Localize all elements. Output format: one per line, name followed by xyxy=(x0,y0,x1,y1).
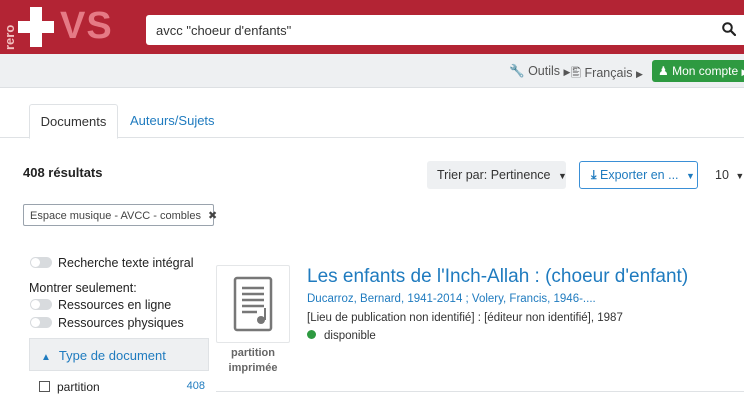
facet-item-count: 408 xyxy=(186,380,205,392)
language-menu[interactable]: 🖺 Français ▶ xyxy=(571,64,643,85)
caret-down-icon: ▼ xyxy=(557,171,567,181)
language-label: Français xyxy=(584,66,633,80)
facet-title: Type de document xyxy=(58,348,166,363)
language-icon: 🖺 xyxy=(571,66,582,80)
online-toggle-row[interactable]: Ressources en ligne xyxy=(30,298,171,312)
account-button[interactable]: ♟ Mon compte ▶ xyxy=(652,60,744,82)
sheet-music-icon xyxy=(233,276,273,332)
wrench-icon: 🔧 xyxy=(509,64,525,78)
filter-chip-label: Espace musique - AVCC - combles xyxy=(30,210,201,222)
facet-checkbox[interactable] xyxy=(39,381,50,392)
chevron-up-icon: ▲ xyxy=(41,352,51,363)
tools-menu[interactable]: 🔧 Outils ▶ xyxy=(509,64,570,79)
fulltext-toggle-row[interactable]: Recherche texte intégral xyxy=(30,256,194,270)
document-type-label: partition imprimée xyxy=(228,347,278,374)
fulltext-label: Recherche texte intégral xyxy=(58,256,194,270)
physical-toggle-row[interactable]: Ressources physiques xyxy=(30,316,184,330)
rero-vs-logo[interactable]: rero VS xyxy=(0,0,140,54)
sort-label: Trier par: Pertinence xyxy=(437,168,551,182)
results-count: 408 résultats xyxy=(23,165,103,180)
result-publication: [Lieu de publication non identifié] : [é… xyxy=(307,312,623,324)
caret-right-icon: ▶ xyxy=(635,69,643,79)
facet-item-label: partition xyxy=(57,380,100,394)
account-label: Mon compte xyxy=(672,64,739,78)
tab-authors-subjects[interactable]: Auteurs/Sujets xyxy=(130,104,230,139)
result-title-link[interactable]: Les enfants de l'Inch-Allah : (choeur d'… xyxy=(307,266,688,288)
active-filter-chip[interactable]: Espace musique - AVCC - combles ✖ xyxy=(23,204,217,226)
caret-right-icon: ▶ xyxy=(563,67,571,77)
online-label: Ressources en ligne xyxy=(58,298,172,312)
sort-dropdown[interactable]: Trier par: Pertinence ▼ xyxy=(427,161,567,189)
tab-documents[interactable]: Documents xyxy=(29,104,118,139)
search-bar xyxy=(146,15,744,45)
close-icon[interactable]: ✖ xyxy=(208,210,217,222)
search-icon[interactable] xyxy=(722,22,736,36)
result-divider xyxy=(216,391,744,392)
export-dropdown[interactable]: ⤓ Exporter en ... ▼ xyxy=(579,161,698,189)
fulltext-toggle[interactable] xyxy=(30,257,52,268)
physical-label: Ressources physiques xyxy=(58,316,184,330)
search-tabs: Documents Auteurs/Sujets xyxy=(0,104,744,139)
download-icon: ⤓ xyxy=(591,168,597,182)
facet-document-type-header[interactable]: ▲ Type de document xyxy=(29,338,209,371)
tools-label: Outils xyxy=(528,64,561,78)
user-icon: ♟ xyxy=(658,64,669,78)
document-type-thumbnail[interactable] xyxy=(216,265,290,343)
show-only-label: Montrer seulement: xyxy=(29,281,137,295)
top-header: rero VS xyxy=(0,0,744,54)
result-authors[interactable]: Ducarroz, Bernard, 1941-2014 ; Volery, F… xyxy=(307,293,596,305)
facet-item[interactable]: partition 408 xyxy=(29,380,209,394)
logo-side-text: rero xyxy=(2,24,17,50)
availability-label: disponible xyxy=(324,330,376,342)
logo-text: VS xyxy=(60,5,113,47)
status-dot-icon xyxy=(307,330,316,339)
search-input[interactable] xyxy=(146,15,706,45)
physical-toggle[interactable] xyxy=(30,317,52,328)
swiss-cross-icon xyxy=(18,7,54,47)
caret-down-icon: ▼ xyxy=(735,171,744,181)
page-size-label: 10 xyxy=(715,168,729,182)
caret-down-icon: ▼ xyxy=(686,171,695,181)
export-label: Exporter en ... xyxy=(600,168,679,182)
availability-status: disponible xyxy=(307,330,376,342)
page-size-dropdown[interactable]: 10 ▼ xyxy=(706,161,744,189)
online-toggle[interactable] xyxy=(30,299,52,310)
secondary-nav: 🔧 Outils ▶ 🖺 Français ▶ ♟ Mon compte ▶ xyxy=(0,54,744,88)
